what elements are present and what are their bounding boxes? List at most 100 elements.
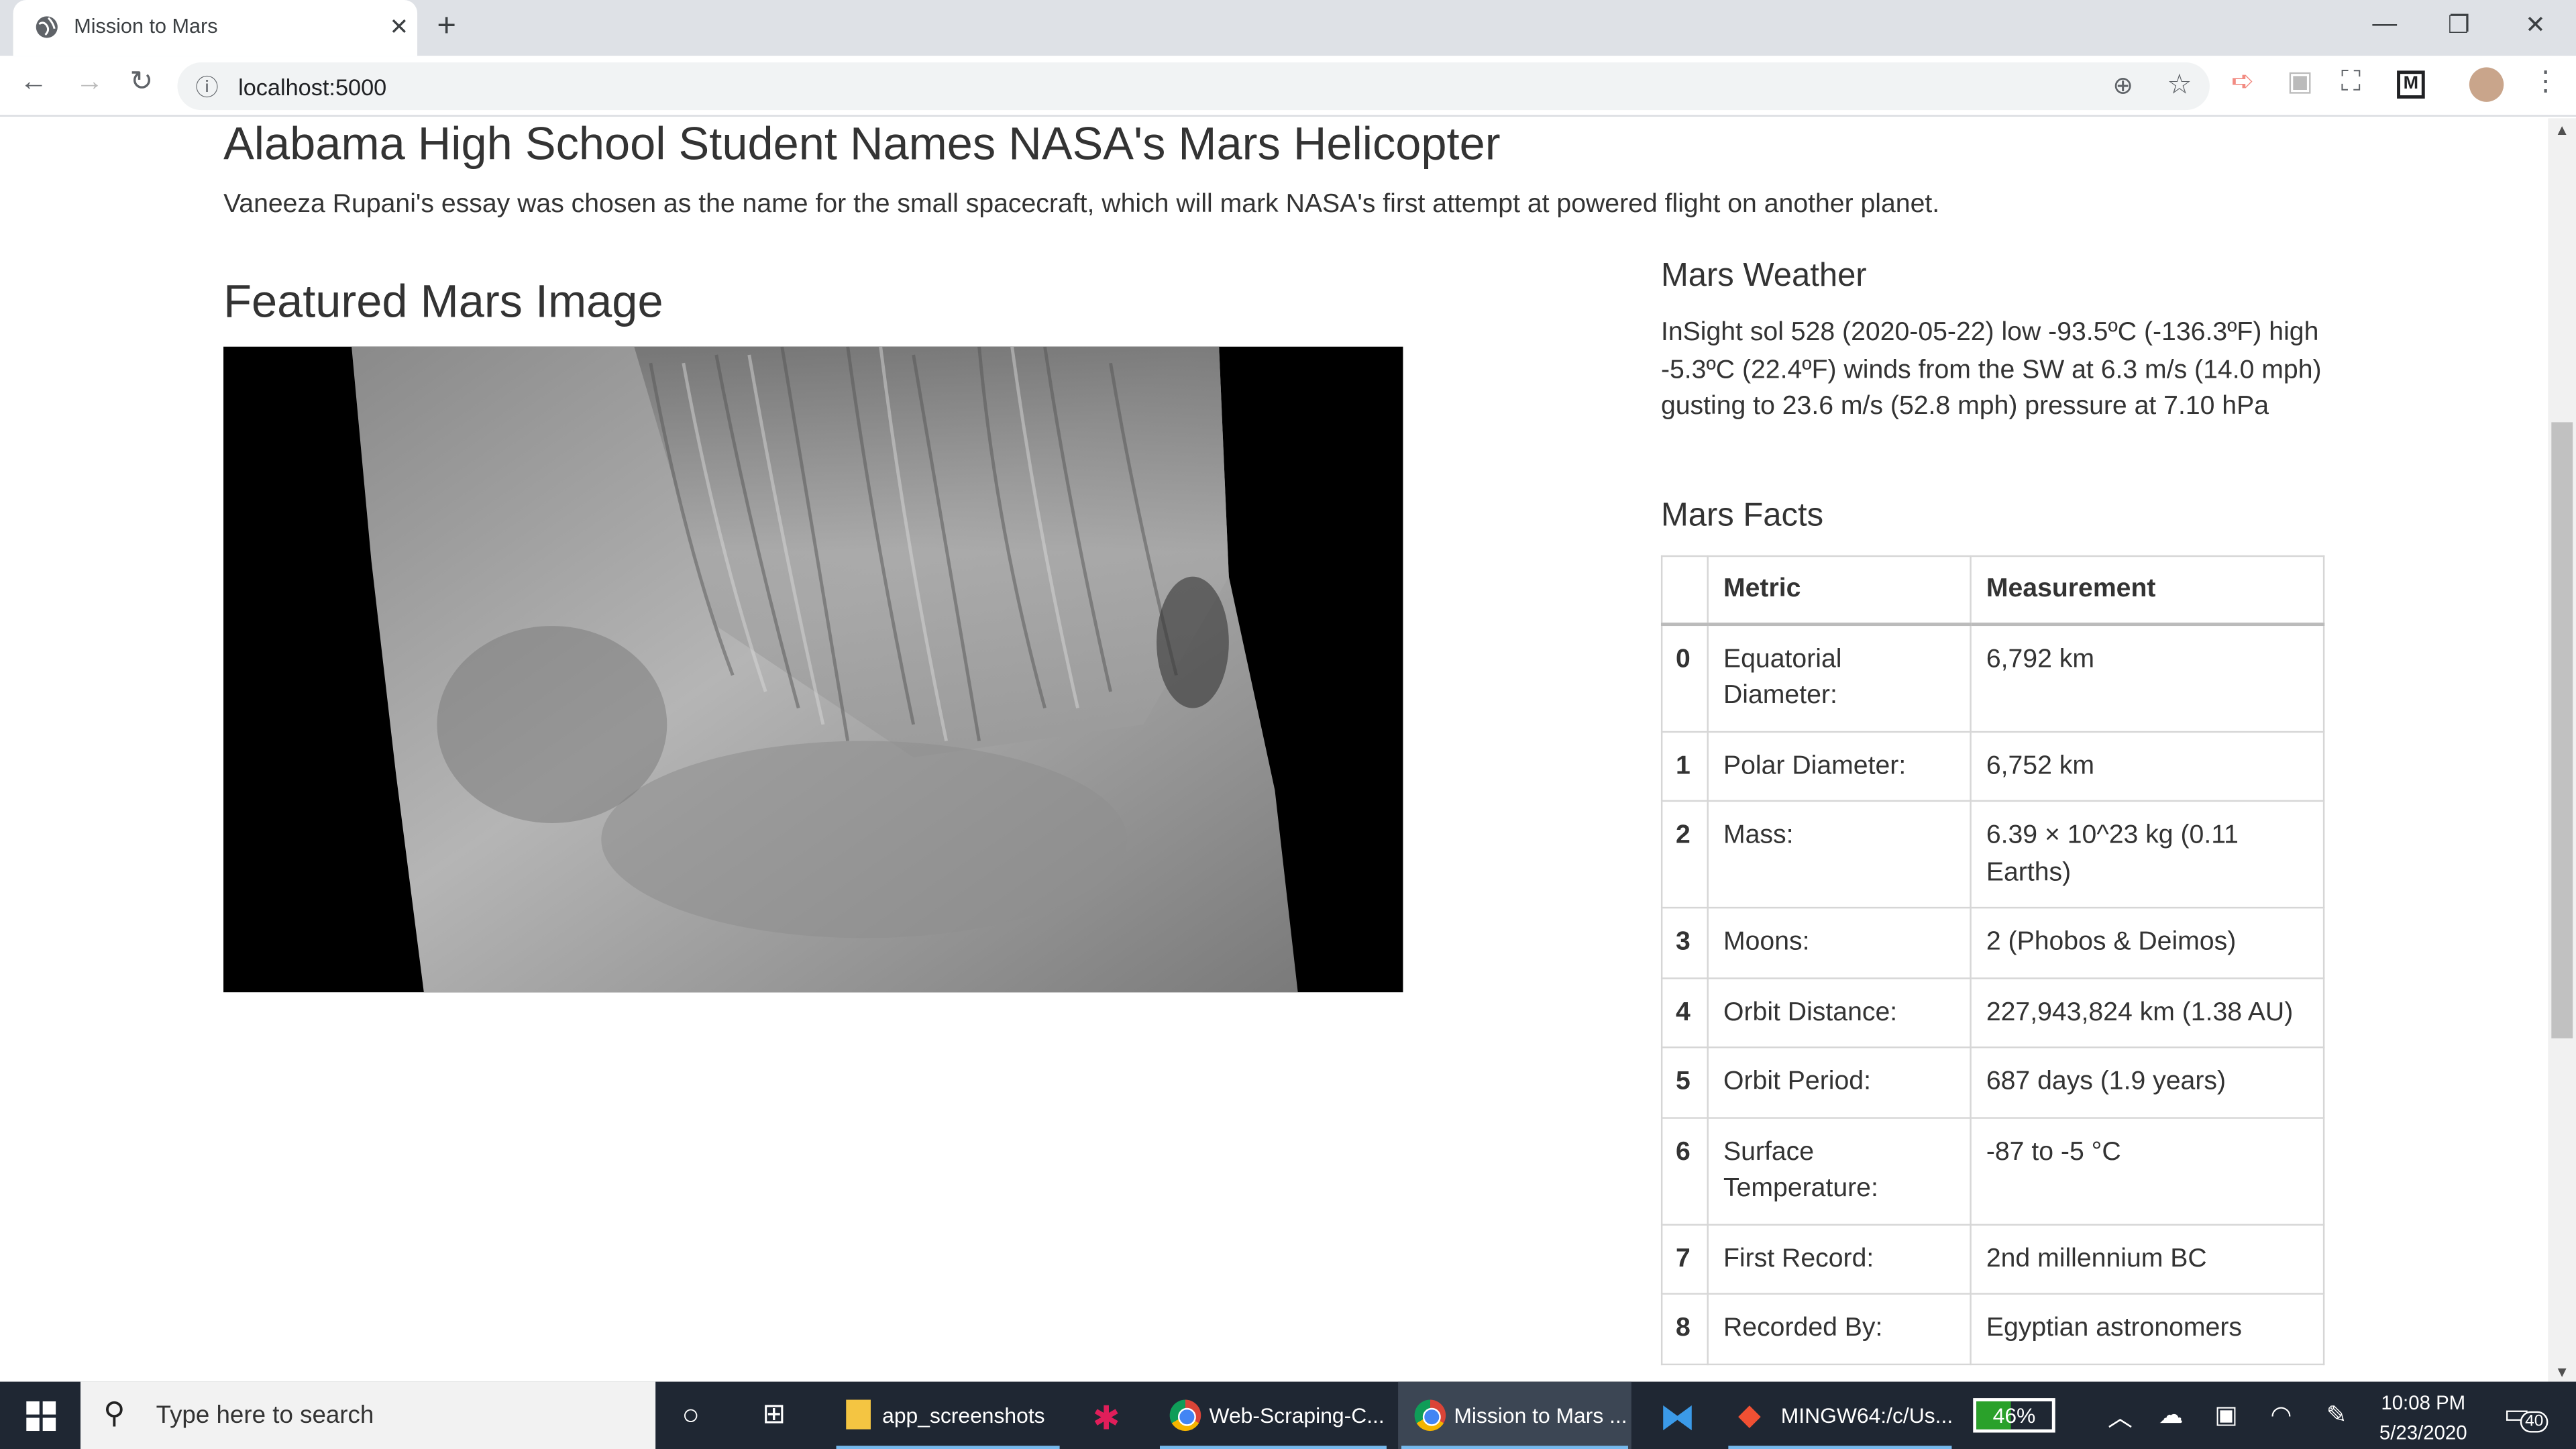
notification-count: 40 [2520,1411,2548,1433]
slack-icon[interactable]: ✱ [1093,1398,1120,1439]
browser-toolbar: ← → ↻ ⓘ localhost:5000 ⊕ ☆ ➪ ▣ ⛶ M ⋮ [0,56,2576,117]
page-content: Alabama High School Student Names NASA's… [0,118,2548,1382]
table-row: 7 First Record: 2nd millennium BC [1660,1223,2325,1295]
battery-label: 46% [1992,1403,2036,1428]
reload-icon[interactable]: ↻ [129,66,153,99]
measurement-header: Measurement [1970,555,2325,625]
news-paragraph: Vaneeza Rupani's essay was chosen as the… [223,191,1940,219]
avatar[interactable] [2469,67,2504,102]
row-index: 0 [1660,623,1709,733]
facts-heading: Mars Facts [1660,498,1824,534]
forward-icon[interactable]: → [76,66,104,99]
row-index: 2 [1660,800,1709,909]
table-row: 0 Equatorial Diameter: 6,792 km [1660,623,2325,733]
onedrive-icon[interactable]: ☁ [2159,1400,2184,1430]
tab-close-icon[interactable]: ✕ [389,13,409,42]
row-metric: Orbit Distance: [1707,976,1972,1049]
vscode-icon[interactable]: ⧓ [1659,1397,1695,1440]
cortana-icon[interactable]: ○ [682,1398,700,1432]
pocket-icon[interactable]: ▣ [2287,66,2313,99]
featured-mars-image [223,346,1403,993]
chevron-up-icon[interactable]: ︿ [2108,1400,2133,1434]
row-value: -87 to -5 °C [1970,1116,2325,1225]
folder-icon [846,1399,871,1430]
row-value: 687 days (1.9 years) [1970,1046,2325,1118]
taskbar-item-mission-to-mars[interactable]: Mission to Mars ... [1398,1381,1631,1449]
wifi-icon[interactable]: ◠ [2271,1400,2292,1430]
extension-icon[interactable]: ➪ [2231,66,2255,99]
scroll-down-icon[interactable]: ▼ [2555,1364,2569,1380]
info-icon[interactable]: ⓘ [195,70,218,103]
table-row: 5 Orbit Period: 687 days (1.9 years) [1660,1046,2325,1118]
taskbar-item-label: MINGW64:/c/Us... [1780,1403,1953,1428]
m-extension-icon[interactable]: M [2397,70,2425,99]
windows-start-icon[interactable] [26,1401,56,1432]
row-metric: Orbit Period: [1707,1046,1972,1118]
row-value: 6,792 km [1970,623,2325,733]
row-metric: Polar Diameter: [1707,730,1972,802]
facts-table: Metric Measurement 0 Equatorial Diameter:… [1660,555,2325,1364]
featured-image-heading: Featured Mars Image [223,276,663,327]
row-value: 6.39 × 10^23 kg (0.11 Earths) [1970,800,2325,909]
taskbar-search[interactable]: ⚲ Type here to search [80,1381,656,1449]
row-index: 6 [1660,1116,1709,1225]
defender-icon[interactable]: ▣ [2214,1400,2238,1430]
table-row: 1 Polar Diameter: 6,752 km [1660,730,2325,802]
battery-indicator[interactable]: 46% [1973,1398,2055,1433]
row-index: 3 [1660,906,1709,979]
browser-tab[interactable]: Mission to Mars ✕ [13,0,418,56]
row-metric: Moons: [1707,906,1972,979]
row-index: 1 [1660,730,1709,802]
taskbar-item-label: app_screenshots [882,1403,1045,1428]
search-icon: ⚲ [103,1396,125,1430]
row-value: 2 (Phobos & Deimos) [1970,906,2325,979]
mars-terrain-picture [352,346,1298,993]
row-metric: Mass: [1707,800,1972,909]
menu-icon[interactable]: ⋮ [2532,66,2560,99]
taskbar-item-app-screenshots[interactable]: app_screenshots [833,1382,1063,1449]
row-value: 6,752 km [1970,730,2325,802]
table-row: 4 Orbit Distance: 227,943,824 km (1.38 AU) [1660,976,2325,1049]
index-header [1660,555,1709,625]
bookmark-star-icon[interactable]: ☆ [2167,69,2192,102]
row-value: 227,943,824 km (1.38 AU) [1970,976,2325,1049]
screen-capture-icon[interactable]: ⛶ [2341,66,2361,99]
back-icon[interactable]: ← [19,66,48,99]
news-title: Alabama High School Student Names NASA's… [223,118,1501,170]
scrollbar-thumb[interactable] [2551,422,2573,1038]
task-view-icon[interactable]: ⊞ [762,1398,786,1431]
row-index: 4 [1660,976,1709,1049]
page-scrollbar[interactable]: ▲ ▼ [2548,118,2576,1382]
url-text: localhost:5000 [238,74,387,101]
minimize-icon[interactable]: — [2372,10,2397,38]
row-value: 2nd millennium BC [1970,1223,2325,1295]
scroll-up-icon[interactable]: ▲ [2555,121,2569,138]
new-tab-icon[interactable]: + [437,8,456,46]
windows-taskbar: ⚲ Type here to search ○ ⊞ app_screenshot… [0,1381,2576,1449]
system-clock[interactable]: 10:08 PM 5/23/2020 [2366,1388,2481,1447]
chrome-icon [1169,1399,1201,1432]
notification-center[interactable]: ▭ 40 [2504,1398,2548,1434]
restore-icon[interactable]: ❐ [2448,10,2470,40]
tab-strip: Mission to Mars ✕ + — ❐ ✕ [0,0,2576,56]
table-header-row: Metric Measurement [1660,555,2325,625]
table-row: 2 Mass: 6.39 × 10^23 kg (0.11 Earths) [1660,800,2325,909]
pen-icon[interactable]: ✎ [2326,1400,2347,1430]
table-row: 3 Moons: 2 (Phobos & Deimos) [1660,906,2325,979]
clock-time: 10:08 PM [2381,1391,2466,1415]
window-close-icon[interactable]: ✕ [2525,10,2546,40]
taskbar-item-mingw64[interactable]: ◆ MINGW64:/c/Us... [1725,1382,1955,1449]
row-value: Egyptian astronomers [1970,1293,2325,1364]
active-underline [1728,1446,1952,1449]
chrome-icon [1414,1399,1446,1432]
clock-date: 5/23/2020 [2379,1421,2467,1444]
table-row: 6 Surface Temperature: -87 to -5 °C [1660,1116,2325,1225]
zoom-icon[interactable]: ⊕ [2112,70,2133,101]
row-metric: First Record: [1707,1223,1972,1295]
globe-icon [36,16,58,38]
metric-header: Metric [1707,555,1972,625]
taskbar-item-web-scraping[interactable]: Web-Scraping-C... [1157,1382,1390,1449]
row-index: 5 [1660,1046,1709,1118]
address-bar[interactable]: ⓘ localhost:5000 ⊕ ☆ [177,62,2210,111]
active-underline [836,1446,1060,1449]
